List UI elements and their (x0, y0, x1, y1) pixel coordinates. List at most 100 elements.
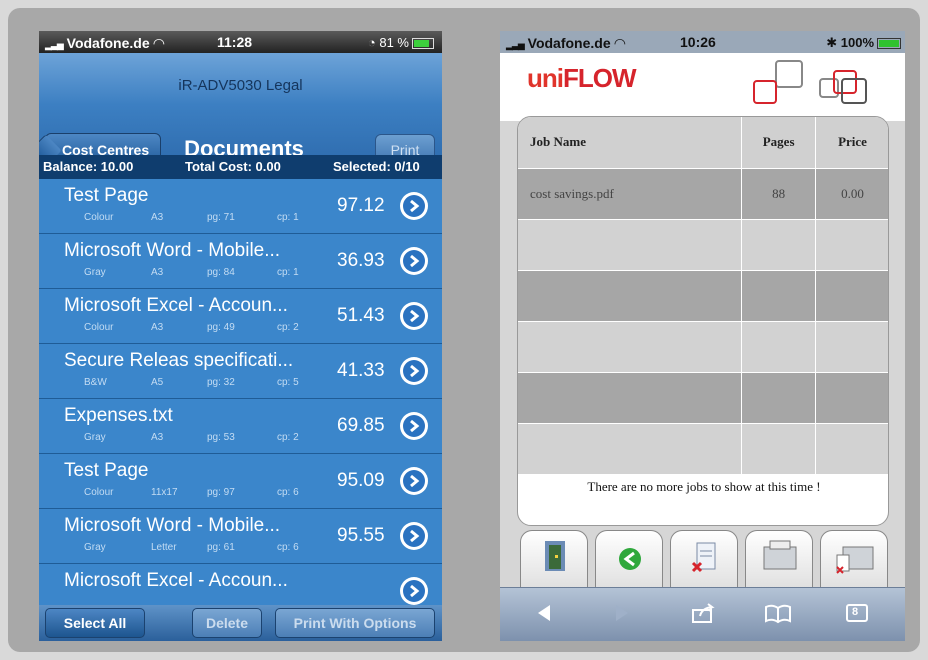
document-name: Secure Releas specificati... (64, 350, 294, 371)
detail-disclosure-icon[interactable] (400, 302, 428, 330)
carrier: ▂▃▅ Vodafone.de ◠ (45, 35, 164, 52)
bookmarks-icon[interactable] (763, 602, 793, 624)
document-size: A3 (151, 322, 164, 333)
tabs-button[interactable]: 8 (844, 602, 870, 624)
detail-disclosure-icon[interactable] (400, 522, 428, 550)
job-table: Job Name Pages Price cost savings.pdf 88… (518, 117, 888, 475)
delete-button[interactable]: Delete (192, 608, 262, 638)
document-name: Test Page (64, 460, 149, 481)
carrier-label: Vodafone.de (66, 35, 150, 51)
list-item[interactable]: Microsoft Word - Mobile... Gray Letter pg: … (39, 509, 442, 564)
document-cost: 95.55 (337, 525, 385, 546)
list-item[interactable]: Expenses.txt Gray A3 pg: 53 cp: 2 69.85 (39, 399, 442, 454)
document-cost: 41.33 (337, 360, 385, 381)
detail-disclosure-icon[interactable] (400, 357, 428, 385)
back-arrow-icon[interactable] (534, 602, 554, 624)
document-size: A3 (151, 212, 164, 223)
price-cell: 0.00 (815, 168, 888, 220)
print-job-tab[interactable] (745, 530, 813, 588)
detail-disclosure-icon[interactable] (400, 192, 428, 220)
document-size: A3 (151, 267, 164, 278)
document-cost: 51.43 (337, 305, 385, 326)
document-cost: 36.93 (337, 250, 385, 271)
document-name: Microsoft Word - Mobile... (64, 240, 281, 261)
job-table-container: Job Name Pages Price cost savings.pdf 88… (517, 116, 889, 526)
battery-label: 100% (840, 35, 874, 50)
document-name: Microsoft Word - Mobile... (64, 515, 281, 536)
document-size: 11x17 (151, 487, 178, 498)
document-cost: 95.09 (337, 470, 385, 491)
document-color: Colour (84, 212, 114, 223)
battery-icon (877, 38, 901, 50)
list-item[interactable]: Microsoft Excel - Accoun... (39, 564, 442, 605)
document-pages: pg: 71 (207, 212, 235, 223)
signal-icon: ▂▃▅ (45, 40, 64, 50)
table-row[interactable]: cost savings.pdf 88 0.00 (518, 168, 888, 220)
document-copies: cp: 1 (277, 212, 299, 223)
no-more-jobs-message: There are no more jobs to show at this t… (587, 479, 821, 494)
document-size: A5 (151, 377, 164, 388)
header-price: Price (815, 117, 888, 169)
back-tab[interactable] (595, 530, 663, 588)
uniflow-header: uniFLOW (500, 53, 905, 121)
printer-delete-icon (836, 546, 874, 574)
uniflow-logo: uniFLOW (527, 63, 637, 94)
list-item[interactable]: Test Page Colour 11x17 pg: 97 cp: 6 95.09 (39, 454, 442, 509)
delete-job-tab[interactable] (670, 530, 738, 588)
logo-uni: uni (527, 63, 564, 93)
document-name: Expenses.txt (64, 405, 173, 426)
clock: 10:26 (680, 34, 716, 50)
job-name-cell: cost savings.pdf (518, 168, 743, 220)
summary-bar: Balance: 10.00 Total Cost: 0.00 Selected… (39, 155, 442, 179)
list-item[interactable]: Test Page Colour A3 pg: 71 cp: 1 97.12 (39, 179, 442, 234)
delete-document-icon (691, 542, 716, 573)
document-copies: cp: 2 (277, 432, 299, 443)
document-copies: cp: 5 (277, 377, 299, 388)
list-item[interactable]: Secure Releas specificati... B&W A5 pg: 32 c… (39, 344, 442, 399)
bluetooth-icon: ✱ (826, 35, 838, 50)
detail-disclosure-icon[interactable] (400, 577, 428, 605)
logo-flow: FLOW (563, 63, 637, 93)
safari-toolbar: 8 (500, 587, 905, 641)
green-back-arrow-icon (619, 548, 641, 570)
detail-disclosure-icon[interactable] (400, 247, 428, 275)
header-job-name: Job Name (518, 117, 743, 169)
list-item[interactable]: Microsoft Excel - Accoun... Colour A3 pg: 4… (39, 289, 442, 344)
document-color: Colour (84, 322, 114, 333)
document-color: B&W (84, 377, 107, 388)
battery-icon (412, 38, 434, 50)
document-pages: pg: 84 (207, 267, 235, 278)
logout-tab[interactable] (520, 530, 588, 588)
document-copies: cp: 2 (277, 322, 299, 333)
printer-name: iR-ADV5030 Legal (178, 77, 303, 94)
empty-row (518, 321, 888, 373)
empty-row (518, 270, 888, 322)
select-all-button[interactable]: Select All (45, 608, 145, 638)
document-name: Microsoft Excel - Accoun... (64, 570, 288, 591)
document-cost: 97.12 (337, 195, 385, 216)
document-copies: cp: 1 (277, 267, 299, 278)
document-list: Test Page Colour A3 pg: 71 cp: 1 97.12 Microso… (39, 179, 442, 605)
balance: Balance: 10.00 (43, 159, 134, 174)
empty-row (518, 423, 888, 475)
empty-row (518, 219, 888, 271)
forward-arrow-icon[interactable] (612, 602, 632, 624)
print-with-options-button[interactable]: Print With Options (275, 608, 435, 638)
document-pages: pg: 97 (207, 487, 235, 498)
share-icon[interactable] (690, 602, 716, 624)
back-button-label: Cost Centres (62, 142, 150, 158)
wifi-icon: ◠ (614, 35, 626, 51)
list-item[interactable]: Microsoft Word - Mobile... Gray A3 pg: 84 cp… (39, 234, 442, 289)
detail-disclosure-icon[interactable] (400, 412, 428, 440)
document-color: Colour (84, 487, 114, 498)
document-pages: pg: 53 (207, 432, 235, 443)
print-delete-tab[interactable] (820, 530, 888, 588)
phone-documents-screen: ▂▃▅ Vodafone.de ◠ 11:28 ◔ 81 % iR-ADV503… (39, 31, 442, 641)
document-color: Gray (84, 267, 106, 278)
detail-disclosure-icon[interactable] (400, 467, 428, 495)
carrier: ▂▃▅ Vodafone.de ◠ (506, 35, 625, 52)
document-copies: cp: 6 (277, 487, 299, 498)
tabs-count: 8 (852, 606, 859, 618)
clock: 11:28 (217, 34, 253, 50)
door-exit-icon (545, 541, 565, 571)
